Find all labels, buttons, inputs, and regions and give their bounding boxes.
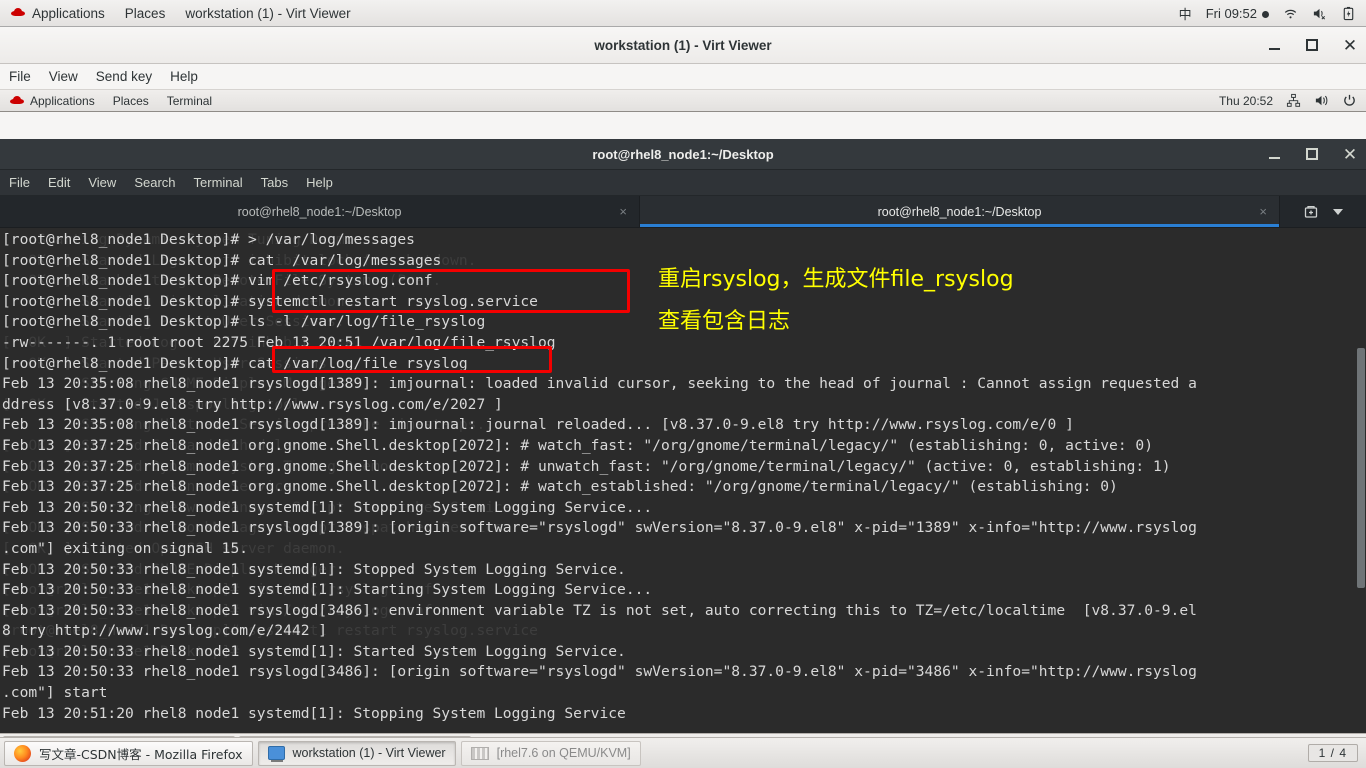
terminal-tabbar: root@rhel8_node1:~/Desktop × root@rhel8_…: [0, 196, 1366, 228]
host-taskbar-window-vm-label: [rhel7.6 on QEMU/KVM]: [496, 746, 631, 760]
virt-viewer-close-button[interactable]: ✕: [1342, 37, 1358, 54]
terminal-tab-2-label: root@rhel8_node1:~/Desktop: [877, 204, 1042, 219]
red-hat-logo-icon: [9, 95, 25, 107]
guest-top-panel: Applications Places Terminal Thu 20:52: [0, 90, 1366, 112]
virt-viewer-menubar: File View Send key Help: [0, 64, 1366, 90]
terminal-minimize-button[interactable]: [1266, 146, 1282, 162]
terminal-tab-1-label: root@rhel8_node1:~/Desktop: [237, 204, 402, 219]
virt-viewer-icon: [267, 746, 285, 762]
guest-applications-label: Applications: [30, 93, 95, 108]
vm-icon: [470, 746, 489, 760]
battery-icon[interactable]: [1341, 6, 1356, 21]
terminal-tab-2[interactable]: root@rhel8_node1:~/Desktop ×: [640, 196, 1280, 227]
terminal-menubar: File Edit View Search Terminal Tabs Help: [0, 170, 1366, 196]
terminal-menu-file[interactable]: File: [0, 170, 39, 196]
red-hat-logo-icon: [10, 7, 26, 19]
virt-viewer-maximize-button[interactable]: [1304, 37, 1320, 53]
terminal-menu-tabs[interactable]: Tabs: [252, 170, 297, 196]
terminal-close-button[interactable]: ✕: [1342, 146, 1358, 163]
guest-places-menu[interactable]: Places: [104, 90, 158, 112]
wifi-icon[interactable]: [1283, 6, 1298, 21]
host-clock[interactable]: Fri 09:52: [1206, 6, 1269, 21]
vv-menu-view[interactable]: View: [40, 64, 87, 90]
guest-applications-menu[interactable]: Applications: [0, 90, 104, 112]
new-tab-icon[interactable]: [1303, 204, 1319, 220]
host-taskbar-window-vm[interactable]: [rhel7.6 on QEMU/KVM]: [460, 740, 641, 766]
volume-muted-icon[interactable]: [1312, 6, 1327, 21]
network-icon[interactable]: [1286, 93, 1301, 108]
annotation-box-vim-and-restart-commands: [272, 269, 630, 313]
host-active-window-label[interactable]: workstation (1) - Virt Viewer: [175, 0, 360, 27]
chevron-down-icon[interactable]: [1333, 208, 1343, 215]
virt-viewer-window: workstation (1) - Virt Viewer ✕ File Vie…: [0, 27, 1366, 759]
terminal-menu-edit[interactable]: Edit: [39, 170, 79, 196]
host-taskbar-window-virt-viewer-label: workstation (1) - Virt Viewer: [292, 746, 446, 760]
host-places-menu[interactable]: Places: [115, 0, 176, 27]
terminal-tab-1-close-icon[interactable]: ×: [619, 204, 627, 219]
annotation-box-cat-file-rsyslog-command: [272, 346, 552, 373]
host-places-label: Places: [124, 5, 166, 21]
terminal-tabbar-actions: [1280, 196, 1366, 227]
terminal-menu-terminal[interactable]: Terminal: [185, 170, 252, 196]
terminal-menu-search[interactable]: Search: [125, 170, 184, 196]
terminal-scrollbar-thumb[interactable]: [1357, 348, 1365, 588]
terminal-tab-1[interactable]: root@rhel8_node1:~/Desktop ×: [0, 196, 640, 227]
annotation-note-restart-rsyslog: 重启rsyslog，生成文件file_rsyslog: [658, 267, 1014, 292]
input-method-indicator[interactable]: 中: [1179, 4, 1192, 23]
vv-menu-help[interactable]: Help: [161, 64, 207, 90]
virt-viewer-titlebar[interactable]: workstation (1) - Virt Viewer ✕: [0, 27, 1366, 64]
power-icon[interactable]: [1342, 93, 1357, 108]
vv-menu-file[interactable]: File: [0, 64, 40, 90]
host-workspace-indicator[interactable]: 1 / 4: [1307, 744, 1358, 762]
host-top-panel: Applications Places workstation (1) - Vi…: [0, 0, 1366, 27]
gnome-terminal-window: root@rhel8_node1:~/Desktop ✕ File Edit V…: [0, 139, 1366, 733]
host-applications-menu[interactable]: Applications: [0, 0, 115, 27]
guest-clock[interactable]: Thu 20:52: [1219, 94, 1273, 108]
terminal-menu-view[interactable]: View: [79, 170, 125, 196]
terminal-title: root@rhel8_node1:~/Desktop: [592, 146, 774, 162]
virt-viewer-title: workstation (1) - Virt Viewer: [594, 37, 772, 53]
host-taskbar-window-virt-viewer[interactable]: workstation (1) - Virt Viewer: [257, 740, 456, 766]
guest-terminal-menu[interactable]: Terminal: [158, 90, 221, 112]
terminal-tab-2-close-icon[interactable]: ×: [1259, 204, 1267, 219]
host-taskbar-window-firefox-label: 写文章-CSDN博客 - Mozilla Firefox: [39, 746, 243, 762]
terminal-menu-help[interactable]: Help: [297, 170, 342, 196]
host-applications-label: Applications: [32, 5, 105, 21]
host-taskbar-window-firefox[interactable]: 写文章-CSDN博客 - Mozilla Firefox: [4, 740, 253, 766]
terminal-titlebar[interactable]: root@rhel8_node1:~/Desktop ✕: [0, 139, 1366, 170]
virt-viewer-minimize-button[interactable]: [1266, 37, 1282, 53]
terminal-maximize-button[interactable]: [1304, 146, 1320, 162]
annotation-note-view-log: 查看包含日志: [658, 309, 791, 334]
firefox-icon: [14, 744, 31, 762]
volume-icon[interactable]: [1314, 93, 1329, 108]
vv-menu-send-key[interactable]: Send key: [87, 64, 161, 90]
terminal-scrollbar[interactable]: [1356, 228, 1366, 733]
host-taskbar: 写文章-CSDN博客 - Mozilla Firefox workstation…: [0, 737, 1366, 768]
terminal-screen[interactable]: Starting Dynamic System Tuning Daemon...…: [0, 228, 1366, 733]
